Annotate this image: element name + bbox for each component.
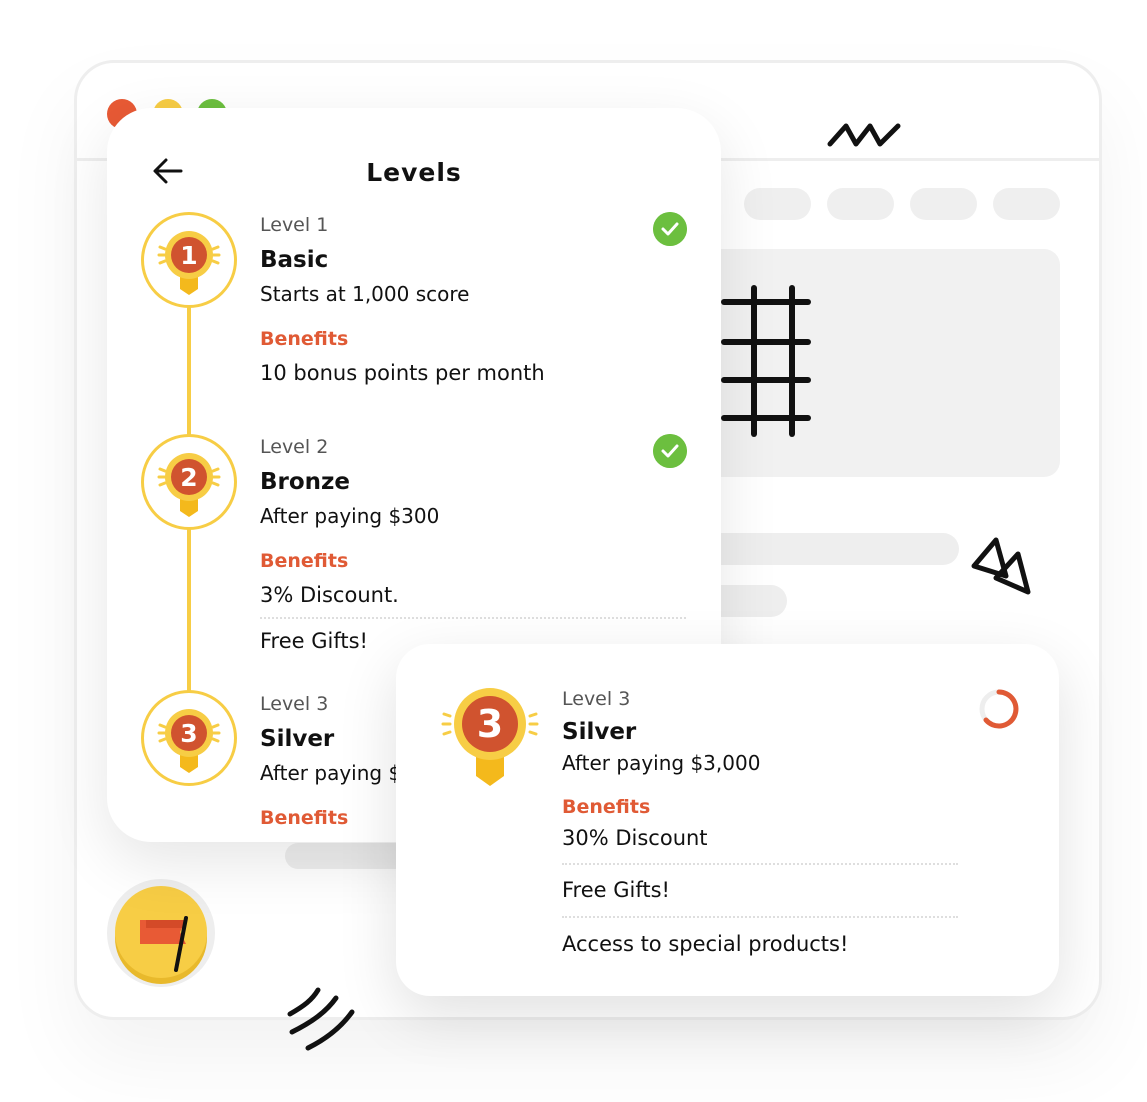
divider — [260, 617, 686, 619]
medal-3-icon: 3 — [157, 709, 221, 773]
level-label: Level 3 — [260, 693, 329, 715]
level-requirement: After paying $ — [260, 761, 402, 785]
benefit-item: 10 bonus points per month — [260, 361, 545, 385]
medal-3-icon: 3 — [441, 688, 539, 786]
medal-ring: 3 — [141, 690, 237, 786]
flag-badge-icon — [107, 879, 215, 987]
medal-number: 3 — [477, 702, 503, 746]
level-requirement: Starts at 1,000 score — [260, 282, 470, 306]
medal-2-icon: 2 — [157, 453, 221, 517]
placeholder-pill — [993, 188, 1060, 220]
medal-ring: 1 — [141, 212, 237, 308]
medal-1-icon: 1 — [157, 231, 221, 295]
level-label: Level 1 — [260, 214, 329, 236]
medal-number: 1 — [180, 241, 197, 270]
medal-number: 3 — [180, 719, 197, 748]
benefits-label: Benefits — [260, 328, 349, 350]
level-label: Level 3 — [562, 688, 631, 710]
timeline-connector — [187, 306, 191, 436]
level-label: Level 2 — [260, 436, 329, 458]
level-name: Bronze — [260, 469, 351, 495]
double-triangle-doodle-icon — [971, 537, 1031, 595]
zigzag-doodle-icon — [827, 123, 901, 147]
level-requirement: After paying $3,000 — [562, 751, 761, 775]
benefit-item: Free Gifts! — [562, 878, 670, 902]
level-requirement: After paying $300 — [260, 504, 440, 528]
grid-doodle-icon — [721, 285, 811, 437]
benefit-item: Access to special products! — [562, 932, 849, 956]
divider — [562, 916, 958, 918]
check-icon — [653, 212, 687, 246]
medal-number: 2 — [180, 463, 197, 492]
page-title: Levels — [366, 158, 462, 187]
benefit-item: 30% Discount — [562, 826, 708, 850]
benefit-item: Free Gifts! — [260, 629, 368, 653]
placeholder-pill — [744, 188, 811, 220]
placeholder-pill — [827, 188, 894, 220]
medal-ring: 2 — [141, 434, 237, 530]
level-name: Silver — [260, 726, 335, 752]
level-detail-card[interactable]: 3 Level 3 Silver After paying $3,000 Ben… — [396, 644, 1059, 996]
benefits-label: Benefits — [260, 807, 349, 829]
progress-ring-icon — [979, 689, 1019, 729]
benefits-label: Benefits — [562, 796, 651, 818]
check-icon — [653, 434, 687, 468]
wavy-lines-doodle-icon — [287, 987, 355, 1051]
benefits-label: Benefits — [260, 550, 349, 572]
level-name: Silver — [562, 719, 637, 745]
divider — [562, 863, 958, 865]
level-name: Basic — [260, 247, 329, 273]
timeline-connector — [187, 528, 191, 692]
benefit-item: 3% Discount. — [260, 583, 399, 607]
placeholder-pill — [910, 188, 977, 220]
